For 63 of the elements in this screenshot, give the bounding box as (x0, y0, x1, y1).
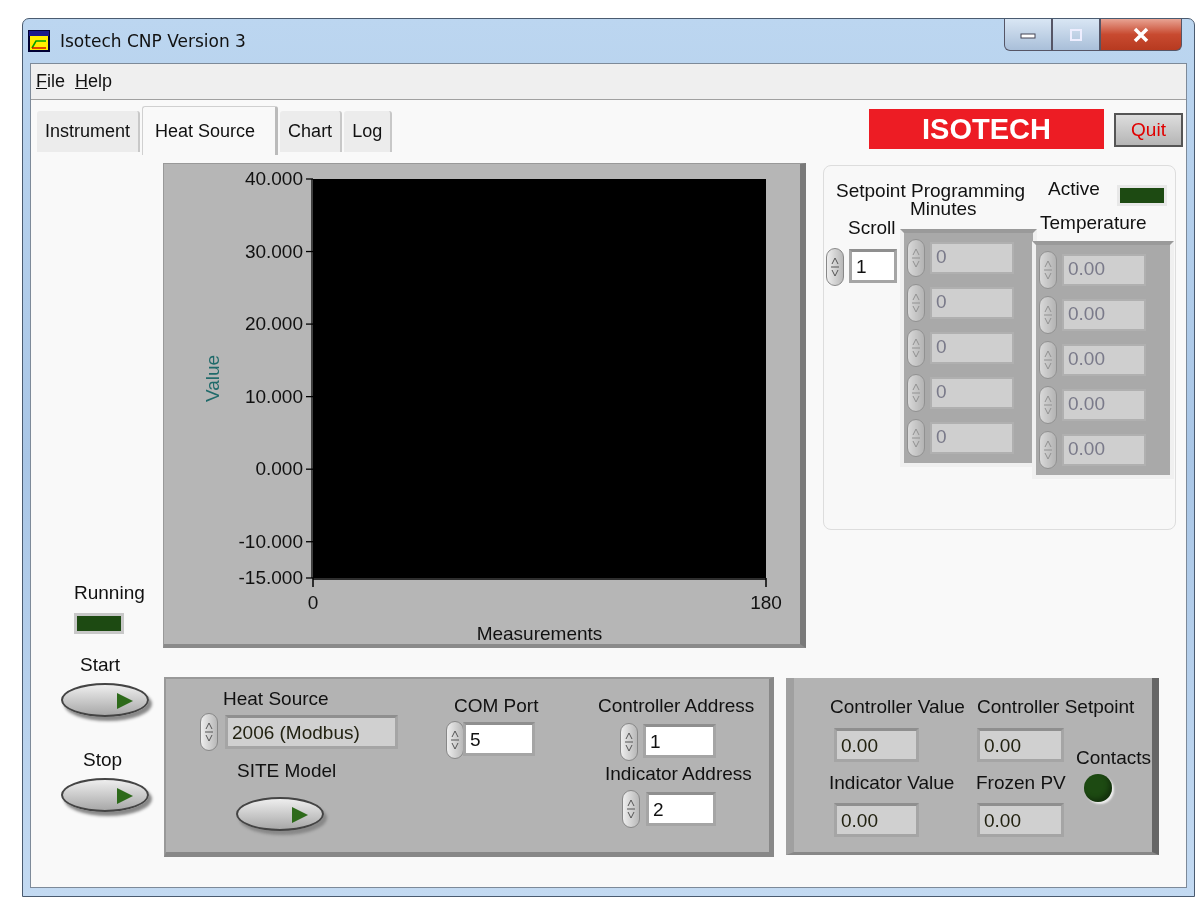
controller-address-label: Controller Address (598, 695, 755, 717)
up-down-arrows-icon (450, 728, 460, 752)
com-port-label: COM Port (454, 695, 539, 717)
tab[interactable]: Chart (280, 111, 343, 152)
y-axis-title: Value (202, 354, 223, 403)
controller-value-label: Controller Value (830, 696, 965, 718)
controller-value-display: 0.00 (834, 728, 919, 762)
up-down-arrows-icon (624, 730, 634, 754)
close-button[interactable] (1100, 19, 1182, 51)
y-tick-label: 20.000 (244, 313, 303, 335)
spin-button[interactable] (622, 790, 640, 828)
close-icon (1131, 26, 1151, 43)
com-port-field[interactable]: 5 (463, 722, 535, 756)
tab[interactable]: Heat Source (142, 106, 279, 155)
minimize-button[interactable] (1004, 19, 1052, 51)
window-title: Isotech CNP Version 3 (60, 31, 246, 51)
contacts-label: Contacts (1076, 747, 1151, 769)
heat-source-label: Heat Source (223, 688, 329, 710)
x-tick-label: 180 (750, 592, 782, 613)
start-button[interactable] (61, 683, 149, 717)
controller-setpoint-label: Controller Setpoint (977, 696, 1135, 718)
logo: ISOTECH (869, 109, 1104, 149)
start-label: Start (80, 654, 121, 676)
y-tick-label: 40.000 (244, 168, 303, 189)
spin-button[interactable] (200, 713, 218, 751)
active-label: Active (1048, 178, 1100, 200)
chart-window-icon (28, 30, 50, 52)
controller-setpoint-display: 0.00 (977, 728, 1064, 762)
y-tick-label: 10.000 (244, 385, 303, 407)
running-label: Running (74, 582, 145, 604)
frozen-pv-display: 0.00 (977, 803, 1064, 837)
indicator-address-label: Indicator Address (605, 763, 752, 785)
y-tick-label: -10.000 (238, 530, 303, 552)
tab[interactable]: Instrument (37, 111, 141, 152)
y-tick-label: -15.000 (238, 567, 303, 588)
setpoint-programming-label: Setpoint Programming (836, 180, 1026, 202)
site-model-label: SITE Model (237, 760, 337, 782)
site-model-button[interactable] (236, 797, 324, 831)
menu-item[interactable]: File (36, 71, 65, 92)
spin-button[interactable] (446, 721, 464, 759)
maximize-button[interactable] (1052, 19, 1100, 51)
indicator-value-display: 0.00 (834, 803, 919, 837)
x-tick-label: 0 (307, 592, 319, 613)
up-down-arrows-icon (626, 797, 636, 821)
up-down-arrows-icon (204, 720, 214, 744)
heat-source-field[interactable]: 2006 (Modbus) (225, 715, 398, 749)
scroll-label: Scroll (848, 217, 896, 239)
tab[interactable]: Log (344, 111, 393, 152)
x-axis-title: Measurements (476, 623, 603, 644)
menu-item[interactable]: Help (75, 71, 113, 92)
indicator-value-label: Indicator Value (829, 772, 955, 794)
up-down-arrows-icon (830, 255, 840, 279)
spin-button[interactable] (826, 248, 844, 286)
spin-button[interactable] (620, 723, 638, 761)
y-tick-label: 30.000 (244, 240, 303, 262)
indicator-address-field[interactable]: 2 (646, 792, 716, 826)
scroll-field[interactable]: 1 (849, 249, 897, 283)
stop-button[interactable] (61, 778, 149, 812)
frozen-pv-label: Frozen PV (976, 772, 1066, 794)
stop-label: Stop (83, 749, 123, 771)
temperature-label: Temperature (1040, 212, 1147, 234)
controller-address-field[interactable]: 1 (643, 724, 716, 758)
y-tick-label: 0.000 (255, 458, 303, 480)
